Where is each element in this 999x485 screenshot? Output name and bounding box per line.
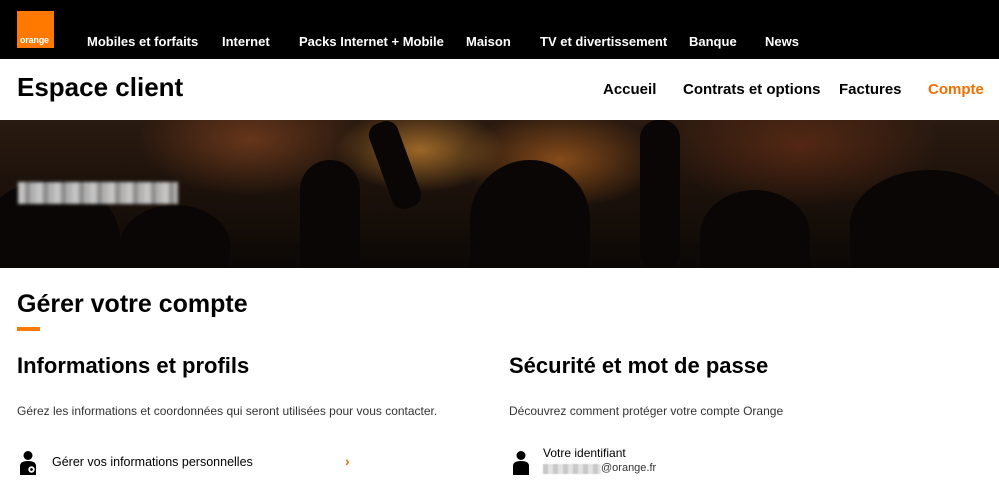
crowd-silhouette: [300, 160, 360, 268]
raised-arm-silhouette: [365, 120, 425, 213]
section-desc-informations: Gérez les informations et coordonnées qu…: [17, 404, 438, 418]
page-title: Gérer votre compte: [17, 290, 248, 318]
subnav-contrats-options[interactable]: Contrats et options: [683, 81, 821, 98]
blurred-user-name: [18, 182, 178, 204]
chevron-right-icon: ›: [345, 453, 350, 469]
crowd-silhouette: [120, 205, 230, 268]
section-title-securite: Sécurité et mot de passe: [509, 353, 769, 378]
manage-personal-info-label: Gérer vos informations personnelles: [52, 455, 253, 469]
crowd-silhouette: [700, 190, 810, 268]
top-nav-banque[interactable]: Banque: [689, 34, 737, 49]
person-icon: [513, 451, 529, 475]
person-settings-icon: [20, 451, 36, 475]
head-silhouette: [470, 160, 590, 268]
top-nav-mobiles-forfaits[interactable]: Mobiles et forfaits: [87, 34, 198, 49]
espace-client-header: Espace client Accueil Contrats et option…: [0, 59, 999, 120]
top-nav-tv[interactable]: TV et divertissement: [540, 34, 667, 49]
section-title-informations: Informations et profils: [17, 353, 250, 378]
masked-email-username: [543, 464, 601, 474]
section-desc-securite: Découvrez comment protéger votre compte …: [509, 404, 784, 418]
subnav-factures[interactable]: Factures: [839, 81, 902, 98]
title-underline-accent: [17, 327, 40, 331]
top-navigation-bar: orange Mobiles et forfaits Internet Pack…: [0, 0, 999, 59]
raised-arm-silhouette: [640, 120, 680, 268]
top-nav-maison[interactable]: Maison: [466, 34, 511, 49]
orange-logo[interactable]: orange: [17, 11, 54, 48]
email-domain: @orange.fr: [601, 462, 657, 474]
espace-client-title[interactable]: Espace client: [17, 72, 183, 103]
crowd-silhouette: [850, 170, 999, 268]
top-nav-packs[interactable]: Packs Internet + Mobile: [299, 34, 444, 49]
logo-text: orange: [20, 35, 49, 45]
subnav-accueil[interactable]: Accueil: [603, 81, 656, 98]
top-nav-news[interactable]: News: [765, 34, 799, 49]
identifier-label: Votre identifiant: [543, 446, 626, 460]
subnav-compte[interactable]: Compte: [928, 81, 984, 98]
top-nav-internet[interactable]: Internet: [222, 34, 270, 49]
hero-banner: [0, 120, 999, 268]
